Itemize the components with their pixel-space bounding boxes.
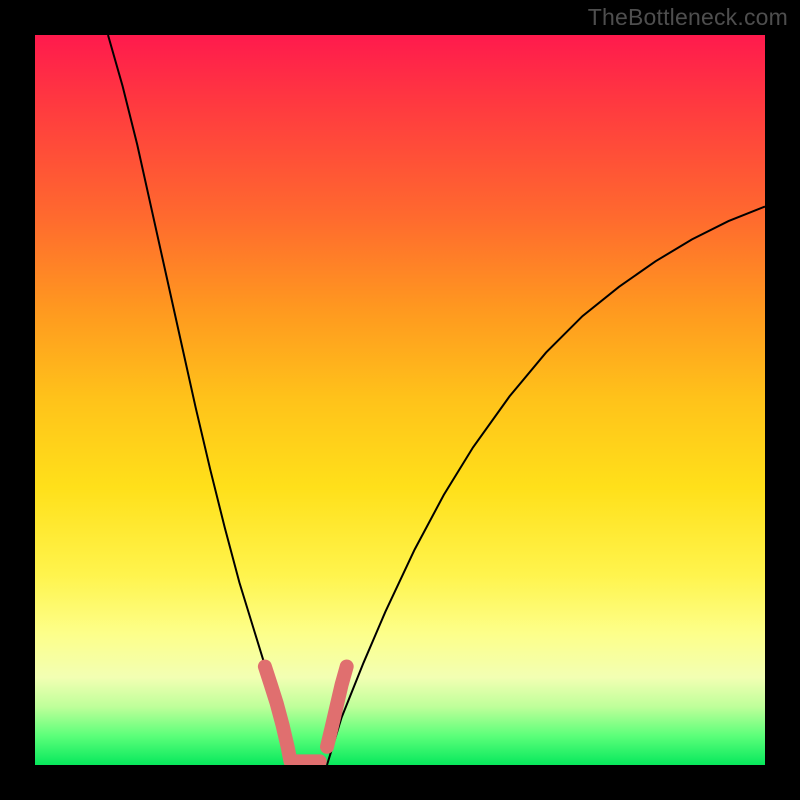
chart-svg — [35, 35, 765, 765]
bottleneck-marker-right — [327, 667, 347, 747]
chart-frame: TheBottleneck.com — [0, 0, 800, 800]
bottleneck-marker-left — [265, 667, 320, 762]
watermark-text: TheBottleneck.com — [588, 4, 788, 31]
curve-left-branch — [108, 35, 291, 765]
chart-plot-area — [35, 35, 765, 765]
curve-right-branch — [327, 207, 765, 766]
